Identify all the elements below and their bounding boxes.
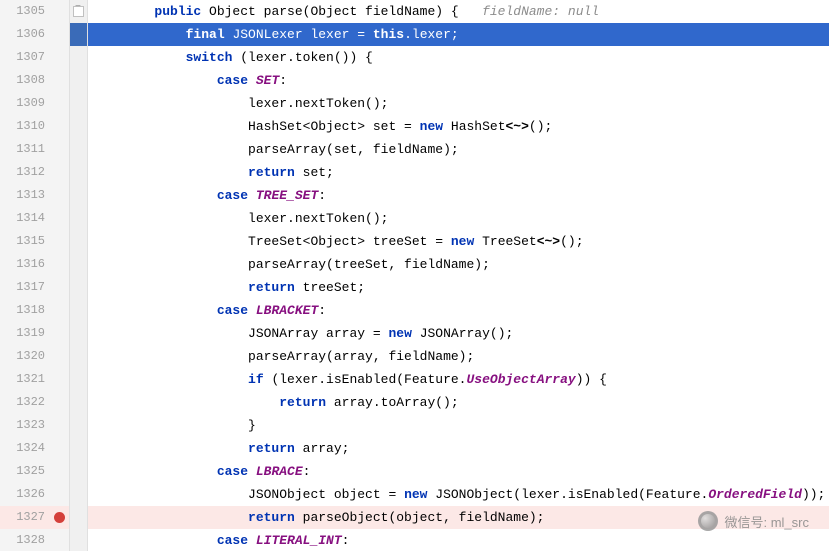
code-line[interactable]: return set; (88, 161, 829, 184)
code-line[interactable]: parseArray(treeSet, fieldName); (88, 253, 829, 276)
code-line[interactable]: } (88, 414, 829, 437)
code-line[interactable]: TreeSet<Object> treeSet = new TreeSet<~>… (88, 230, 829, 253)
marker-cell (70, 414, 87, 437)
line-number[interactable]: 1324 (0, 437, 69, 460)
line-number[interactable]: 1305 (0, 0, 69, 23)
line-number[interactable]: 1313 (0, 184, 69, 207)
line-number[interactable]: 1318 (0, 299, 69, 322)
marker-cell (70, 207, 87, 230)
code-line[interactable]: case LBRACE: (88, 460, 829, 483)
line-number[interactable]: 1325 (0, 460, 69, 483)
code-line[interactable]: HashSet<Object> set = new HashSet<~>(); (88, 115, 829, 138)
marker-cell (70, 322, 87, 345)
line-number[interactable]: 1308 (0, 69, 69, 92)
marker-cell (70, 92, 87, 115)
line-number[interactable]: 1327 (0, 506, 69, 529)
line-number[interactable]: 1320 (0, 345, 69, 368)
line-number[interactable]: 1316 (0, 253, 69, 276)
code-line[interactable]: lexer.nextToken(); (88, 207, 829, 230)
marker-cell (70, 391, 87, 414)
code-area[interactable]: public Object parse(Object fieldName) { … (88, 0, 829, 551)
code-editor[interactable]: 1305130613071308130913101311131213131314… (0, 0, 829, 551)
fold-icon[interactable] (70, 0, 87, 23)
code-line[interactable]: case LITERAL_INT: (88, 529, 829, 551)
marker-cell (70, 230, 87, 253)
marker-cell (70, 529, 87, 552)
line-number[interactable]: 1309 (0, 92, 69, 115)
code-line[interactable]: return array; (88, 437, 829, 460)
marker-cell (70, 345, 87, 368)
code-line[interactable]: final JSONLexer lexer = this.lexer; (88, 23, 829, 46)
code-line[interactable]: if (lexer.isEnabled(Feature.UseObjectArr… (88, 368, 829, 391)
line-number[interactable]: 1317 (0, 276, 69, 299)
code-line[interactable]: return array.toArray(); (88, 391, 829, 414)
line-number[interactable]: 1323 (0, 414, 69, 437)
marker-column[interactable] (70, 0, 88, 551)
code-line[interactable]: switch (lexer.token()) { (88, 46, 829, 69)
line-number[interactable]: 1322 (0, 391, 69, 414)
marker-cell (70, 115, 87, 138)
code-line[interactable]: public Object parse(Object fieldName) { … (88, 0, 829, 23)
code-line[interactable]: case LBRACKET: (88, 299, 829, 322)
line-number[interactable]: 1326 (0, 483, 69, 506)
line-number[interactable]: 1307 (0, 46, 69, 69)
marker-cell (70, 253, 87, 276)
code-line[interactable]: case SET: (88, 69, 829, 92)
line-number[interactable]: 1315 (0, 230, 69, 253)
code-line[interactable]: parseArray(array, fieldName); (88, 345, 829, 368)
line-number-gutter[interactable]: 1305130613071308130913101311131213131314… (0, 0, 70, 551)
code-line[interactable]: parseArray(set, fieldName); (88, 138, 829, 161)
line-number[interactable]: 1311 (0, 138, 69, 161)
code-line[interactable]: case TREE_SET: (88, 184, 829, 207)
line-number[interactable]: 1328 (0, 529, 69, 552)
watermark: 微信号: ml_src (698, 511, 809, 531)
marker-cell (70, 368, 87, 391)
marker-cell (70, 69, 87, 92)
code-line[interactable]: JSONObject object = new JSONObject(lexer… (88, 483, 829, 506)
marker-cell (70, 483, 87, 506)
marker-cell (70, 460, 87, 483)
marker-cell (70, 184, 87, 207)
wechat-icon (698, 511, 718, 531)
line-number[interactable]: 1321 (0, 368, 69, 391)
watermark-text: 微信号: ml_src (724, 512, 809, 531)
marker-cell (70, 506, 87, 529)
line-number[interactable]: 1310 (0, 115, 69, 138)
marker-cell (70, 138, 87, 161)
marker-cell (70, 23, 87, 46)
line-number[interactable]: 1306 (0, 23, 69, 46)
marker-cell (70, 161, 87, 184)
line-number[interactable]: 1314 (0, 207, 69, 230)
marker-cell (70, 437, 87, 460)
marker-cell (70, 46, 87, 69)
line-number[interactable]: 1319 (0, 322, 69, 345)
code-line[interactable]: lexer.nextToken(); (88, 92, 829, 115)
code-line[interactable]: JSONArray array = new JSONArray(); (88, 322, 829, 345)
marker-cell (70, 276, 87, 299)
line-number[interactable]: 1312 (0, 161, 69, 184)
code-line[interactable]: return treeSet; (88, 276, 829, 299)
marker-cell (70, 299, 87, 322)
